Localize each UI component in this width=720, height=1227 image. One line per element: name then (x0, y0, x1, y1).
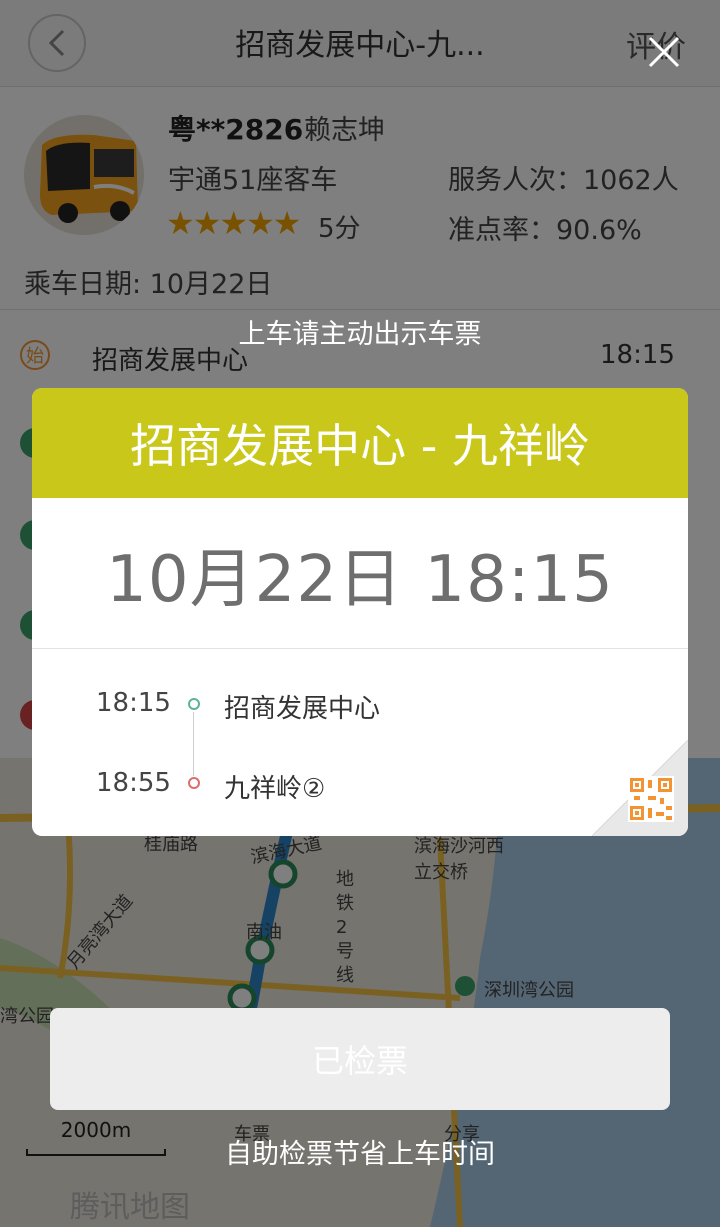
close-icon (648, 36, 680, 68)
qr-code-icon (591, 739, 688, 836)
origin-stop: 招商发展中心 (224, 694, 381, 724)
self-check-hint: 自助检票节省上车时间 (225, 1139, 495, 1170)
destination-stop: 九祥岭② (224, 774, 326, 804)
qr-corner[interactable] (591, 739, 688, 836)
ticket-datetime: 10月22日 18:15 (106, 543, 614, 617)
ticket-card: 招商发展中心 - 九祥岭 10月22日 18:15 18:15 招商发展中心 1… (32, 388, 688, 836)
ticket-route-title: 招商发展中心 - 九祥岭 (32, 388, 688, 498)
ticket-checked-button[interactable]: 已检票 (50, 1008, 670, 1110)
close-button[interactable] (642, 30, 686, 74)
origin-dot-icon (188, 698, 200, 710)
show-ticket-hint: 上车请主动出示车票 (238, 319, 482, 350)
route-connector (193, 712, 194, 776)
destination-time: 18:55 (96, 768, 171, 798)
divider (32, 648, 688, 649)
destination-dot-icon (188, 777, 200, 789)
origin-time: 18:15 (96, 688, 171, 718)
